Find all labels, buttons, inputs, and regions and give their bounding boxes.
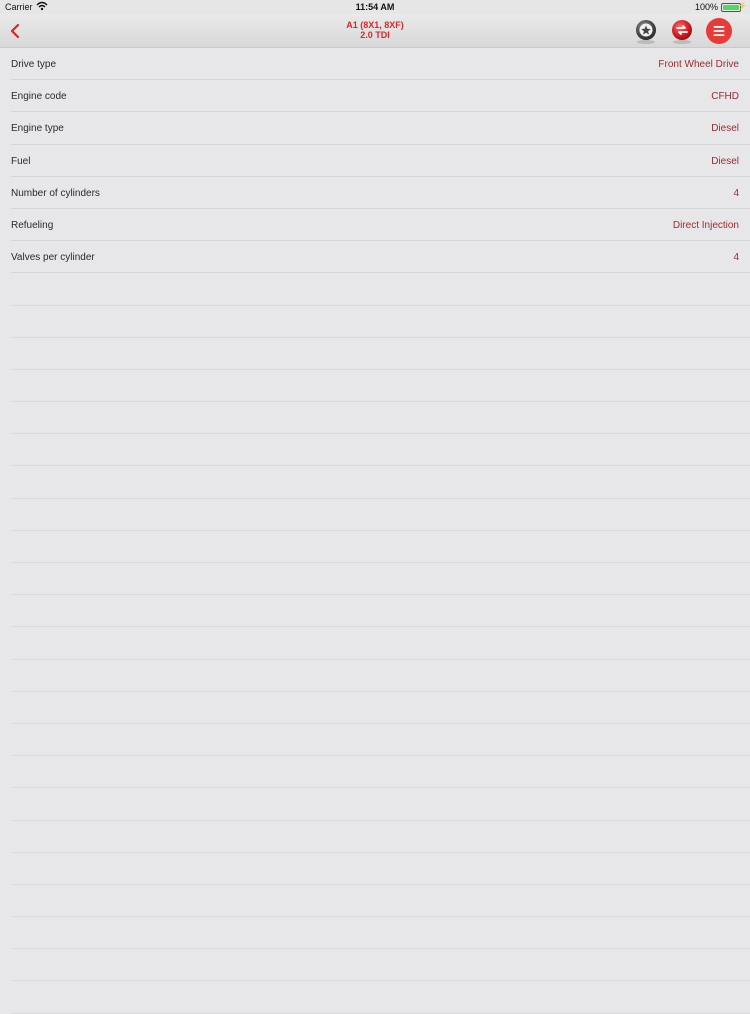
empty-row bbox=[11, 853, 750, 885]
empty-row bbox=[11, 724, 750, 757]
empty-row bbox=[11, 917, 750, 950]
empty-row bbox=[11, 531, 750, 563]
status-bar: Carrier 11:54 AM 100% ⚡ bbox=[0, 0, 750, 14]
chevron-left-icon bbox=[10, 23, 20, 39]
empty-row bbox=[11, 338, 750, 370]
empty-row bbox=[11, 660, 750, 692]
spec-value: 4 bbox=[733, 187, 739, 199]
list-item: Engine code CFHD bbox=[11, 80, 750, 113]
hamburger-menu-icon bbox=[706, 18, 732, 44]
exchange-icon bbox=[672, 20, 692, 44]
spec-label: Fuel bbox=[11, 155, 31, 167]
empty-row bbox=[11, 306, 750, 338]
list-item: Number of cylinders 4 bbox=[11, 177, 750, 209]
list-item: Refueling Direct Injection bbox=[11, 209, 750, 242]
empty-row bbox=[11, 273, 750, 306]
empty-row bbox=[11, 949, 750, 982]
spec-value: 4 bbox=[733, 252, 739, 264]
battery-percent: 100% bbox=[694, 2, 718, 12]
spec-value: Direct Injection bbox=[672, 219, 739, 231]
empty-row bbox=[11, 595, 750, 628]
spec-list: Drive type Front Wheel Drive Engine code… bbox=[0, 48, 750, 1014]
spec-value: CFHD bbox=[711, 91, 739, 103]
spec-label: Valves per cylinder bbox=[11, 252, 95, 264]
empty-row bbox=[11, 756, 750, 789]
spec-value: Diesel bbox=[711, 123, 739, 135]
empty-row bbox=[11, 499, 750, 531]
empty-row bbox=[11, 434, 750, 467]
empty-row bbox=[11, 788, 750, 821]
list-item: Fuel Diesel bbox=[11, 145, 750, 177]
list-item: Drive type Front Wheel Drive bbox=[11, 48, 750, 81]
favorite-button[interactable] bbox=[632, 17, 660, 45]
empty-row bbox=[11, 402, 750, 435]
navigation-bar: A1 (8X1, 8XF) 2.0 TDI bbox=[0, 14, 750, 48]
spec-label: Number of cylinders bbox=[11, 187, 100, 199]
spec-value: Diesel bbox=[711, 155, 739, 167]
star-icon bbox=[636, 20, 656, 44]
page-title: A1 (8X1, 8XF) 2.0 TDI bbox=[200, 20, 550, 40]
page-title-model: A1 (8X1, 8XF) bbox=[346, 20, 404, 30]
empty-row bbox=[11, 692, 750, 724]
empty-row bbox=[11, 981, 750, 1014]
list-item: Valves per cylinder 4 bbox=[11, 241, 750, 274]
page-title-engine: 2.0 TDI bbox=[360, 30, 390, 40]
list-item: Engine type Diesel bbox=[11, 112, 750, 145]
back-button[interactable] bbox=[4, 18, 26, 44]
empty-row bbox=[11, 563, 750, 596]
charging-icon: ⚡ bbox=[738, 3, 747, 10]
spec-label: Engine type bbox=[11, 123, 64, 135]
empty-row bbox=[11, 370, 750, 403]
spec-value: Front Wheel Drive bbox=[658, 59, 739, 70]
battery-fill bbox=[723, 5, 739, 10]
empty-row bbox=[11, 821, 750, 853]
empty-row bbox=[11, 885, 750, 918]
spec-label: Drive type bbox=[11, 59, 57, 70]
spec-label: Refueling bbox=[11, 219, 54, 231]
exchange-button[interactable] bbox=[668, 17, 696, 45]
empty-row bbox=[11, 466, 750, 499]
spec-label: Engine code bbox=[11, 91, 67, 103]
menu-button[interactable] bbox=[705, 17, 733, 45]
empty-row bbox=[11, 627, 750, 660]
status-time: 11:54 AM bbox=[355, 2, 395, 12]
